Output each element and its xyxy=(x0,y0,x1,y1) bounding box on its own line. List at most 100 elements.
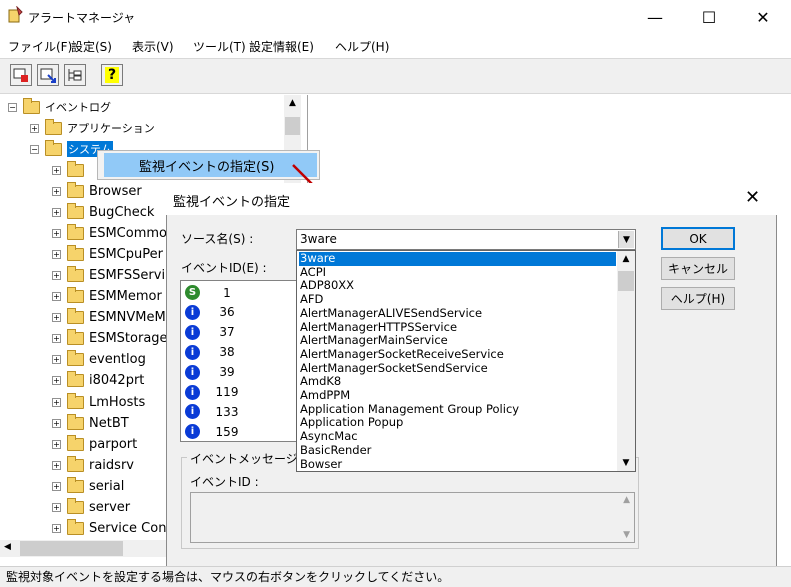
menu-config-info[interactable]: 設定情報(E) xyxy=(249,38,314,55)
menu-file[interactable]: ファイル(F) xyxy=(8,38,72,55)
expand-icon[interactable]: + xyxy=(52,270,61,280)
scroll-thumb[interactable] xyxy=(20,541,123,556)
tree-node-hidden[interactable]: + xyxy=(52,160,89,180)
dropdown-option[interactable]: Application Management Group Policy xyxy=(299,402,616,417)
tree-node-source[interactable]: + parport xyxy=(52,434,137,454)
dropdown-option[interactable]: AFD xyxy=(299,292,616,307)
toolbar-button-3[interactable] xyxy=(64,64,86,86)
dropdown-scrollbar[interactable]: ▲ ▼ xyxy=(617,251,635,471)
expand-icon[interactable]: + xyxy=(52,376,61,386)
event-list-item[interactable]: i 39 xyxy=(185,362,242,383)
expand-icon[interactable]: + xyxy=(52,439,61,449)
menu-tools[interactable]: ツール(T) xyxy=(193,38,246,55)
monitor-icon xyxy=(13,68,28,82)
event-list-item[interactable]: S1 xyxy=(185,282,242,303)
source-dropdown-list[interactable]: 3ware ACPI ADP80XX AFD AlertManagerALIVESend… xyxy=(296,250,636,472)
expand-icon[interactable]: + xyxy=(52,249,61,259)
tree-node-source[interactable]: + ESMStorage xyxy=(52,329,168,349)
scroll-down-icon[interactable]: ▼ xyxy=(617,458,635,468)
tree-node-source[interactable]: + server xyxy=(52,498,130,518)
expand-icon[interactable]: + xyxy=(52,334,61,344)
dropdown-option[interactable]: AsyncMac xyxy=(299,429,616,444)
dropdown-option[interactable]: BasicRender xyxy=(299,443,616,458)
dropdown-option[interactable]: Application Popup xyxy=(299,416,616,430)
help-button[interactable]: ? xyxy=(101,64,123,86)
source-select[interactable] xyxy=(296,229,636,250)
tree-node-source[interactable]: + NetBT xyxy=(52,413,129,433)
folder-icon xyxy=(67,519,84,536)
scroll-thumb[interactable] xyxy=(618,271,634,291)
expand-icon[interactable]: + xyxy=(52,397,61,407)
expand-icon[interactable]: + xyxy=(52,355,61,365)
tree-node-source[interactable]: + BugCheck xyxy=(52,202,154,222)
menu-help[interactable]: ヘルプ(H) xyxy=(335,38,389,55)
maximize-button[interactable]: ☐ xyxy=(686,0,732,34)
tree-node-source[interactable]: + LmHosts xyxy=(52,392,145,412)
event-list-item[interactable]: i 37 xyxy=(185,322,242,343)
dropdown-option[interactable]: Bowser xyxy=(299,457,616,472)
tree-node-source[interactable]: + ESMFSServi xyxy=(52,265,165,285)
expand-icon[interactable]: + xyxy=(52,207,61,217)
dropdown-option[interactable]: ACPI xyxy=(299,265,616,280)
ok-button[interactable]: OK xyxy=(661,227,735,250)
collapse-icon[interactable]: − xyxy=(8,102,17,112)
scroll-thumb[interactable] xyxy=(285,117,300,135)
dropdown-option[interactable]: AlertManagerSocketReceiveService xyxy=(299,347,616,362)
dropdown-option[interactable]: AmdK8 xyxy=(299,375,616,389)
event-id: 133 xyxy=(215,404,239,419)
dropdown-option[interactable]: AlertManagerALIVESendService xyxy=(299,306,616,321)
tree-node-source[interactable]: + serial xyxy=(52,476,124,496)
expand-icon[interactable]: + xyxy=(52,418,61,428)
tree-node-source[interactable]: + i8042prt xyxy=(52,371,144,391)
cancel-button[interactable]: キャンセル xyxy=(661,257,735,280)
scroll-up-icon[interactable]: ▲ xyxy=(617,254,635,264)
expand-icon[interactable]: + xyxy=(52,228,61,238)
toolbar-button-1[interactable] xyxy=(10,64,32,86)
dropdown-option[interactable]: AlertManagerMainService xyxy=(299,333,616,348)
tree-node-source[interactable]: + ESMNVMeM xyxy=(52,308,166,328)
scroll-left-icon[interactable]: ◀ xyxy=(4,542,11,552)
context-menu-item-specify-event[interactable]: 監視イベントの指定(S) xyxy=(104,153,317,177)
tree-node-source[interactable]: + Browser xyxy=(52,181,142,201)
scroll-up-icon[interactable]: ▲ xyxy=(284,98,301,108)
tree-node-source[interactable]: + raidsrv xyxy=(52,455,134,475)
expand-icon[interactable]: + xyxy=(52,292,61,301)
folder-icon xyxy=(67,329,84,346)
dropdown-option[interactable]: AmdPPM xyxy=(299,388,616,403)
expand-icon[interactable]: + xyxy=(52,503,61,512)
expand-icon[interactable]: + xyxy=(52,524,61,534)
event-list-item[interactable]: i 159 xyxy=(185,421,242,441)
tree-node-source[interactable]: + eventlog xyxy=(52,350,146,370)
chevron-down-icon[interactable]: ▼ xyxy=(618,231,634,248)
expand-icon[interactable]: + xyxy=(52,481,61,491)
event-list-item[interactable]: i 119 xyxy=(185,382,242,403)
dialog-close-button[interactable]: ✕ xyxy=(745,187,760,208)
dropdown-option[interactable]: 3ware xyxy=(299,251,616,266)
dropdown-option[interactable]: ADP80XX xyxy=(299,279,616,293)
close-button[interactable]: ✕ xyxy=(740,0,786,34)
tree-node-source[interactable]: + ESMMemor xyxy=(52,287,162,307)
event-id-list[interactable]: S 1 i 36 i 37 i 38 i 39 i 119 i 133 i 159 xyxy=(180,280,298,442)
info-icon: i xyxy=(185,324,200,340)
tree-node-application[interactable]: + アプリケーション xyxy=(30,118,155,138)
menu-settings[interactable]: 設定(S) xyxy=(71,38,112,55)
expand-icon[interactable]: + xyxy=(52,186,61,196)
collapse-icon[interactable]: − xyxy=(30,144,39,154)
dropdown-option[interactable]: AlertManagerSocketSendService xyxy=(299,361,616,376)
dropdown-option[interactable]: AlertManagerHTTPSService xyxy=(299,320,616,335)
expand-icon[interactable]: + xyxy=(52,165,61,175)
minimize-button[interactable]: — xyxy=(632,0,678,34)
tree-node-eventlog[interactable]: − イベントログ xyxy=(8,97,111,117)
tree-node-source[interactable]: + ESMCommo xyxy=(52,223,167,243)
event-list-item[interactable]: i 133 xyxy=(185,401,242,422)
event-list-item[interactable]: i 36 xyxy=(185,302,242,323)
expand-icon[interactable]: + xyxy=(30,123,39,133)
tree-node-source[interactable]: + Service Con xyxy=(52,519,166,539)
expand-icon[interactable]: + xyxy=(52,460,61,470)
help-dialog-button[interactable]: ヘルプ(H) xyxy=(661,287,735,310)
expand-icon[interactable]: + xyxy=(52,313,61,323)
menu-view[interactable]: 表示(V) xyxy=(132,38,174,55)
event-list-item[interactable]: i 38 xyxy=(185,342,242,363)
tree-node-source[interactable]: + ESMCpuPer xyxy=(52,244,163,264)
toolbar-button-2[interactable] xyxy=(37,64,59,86)
